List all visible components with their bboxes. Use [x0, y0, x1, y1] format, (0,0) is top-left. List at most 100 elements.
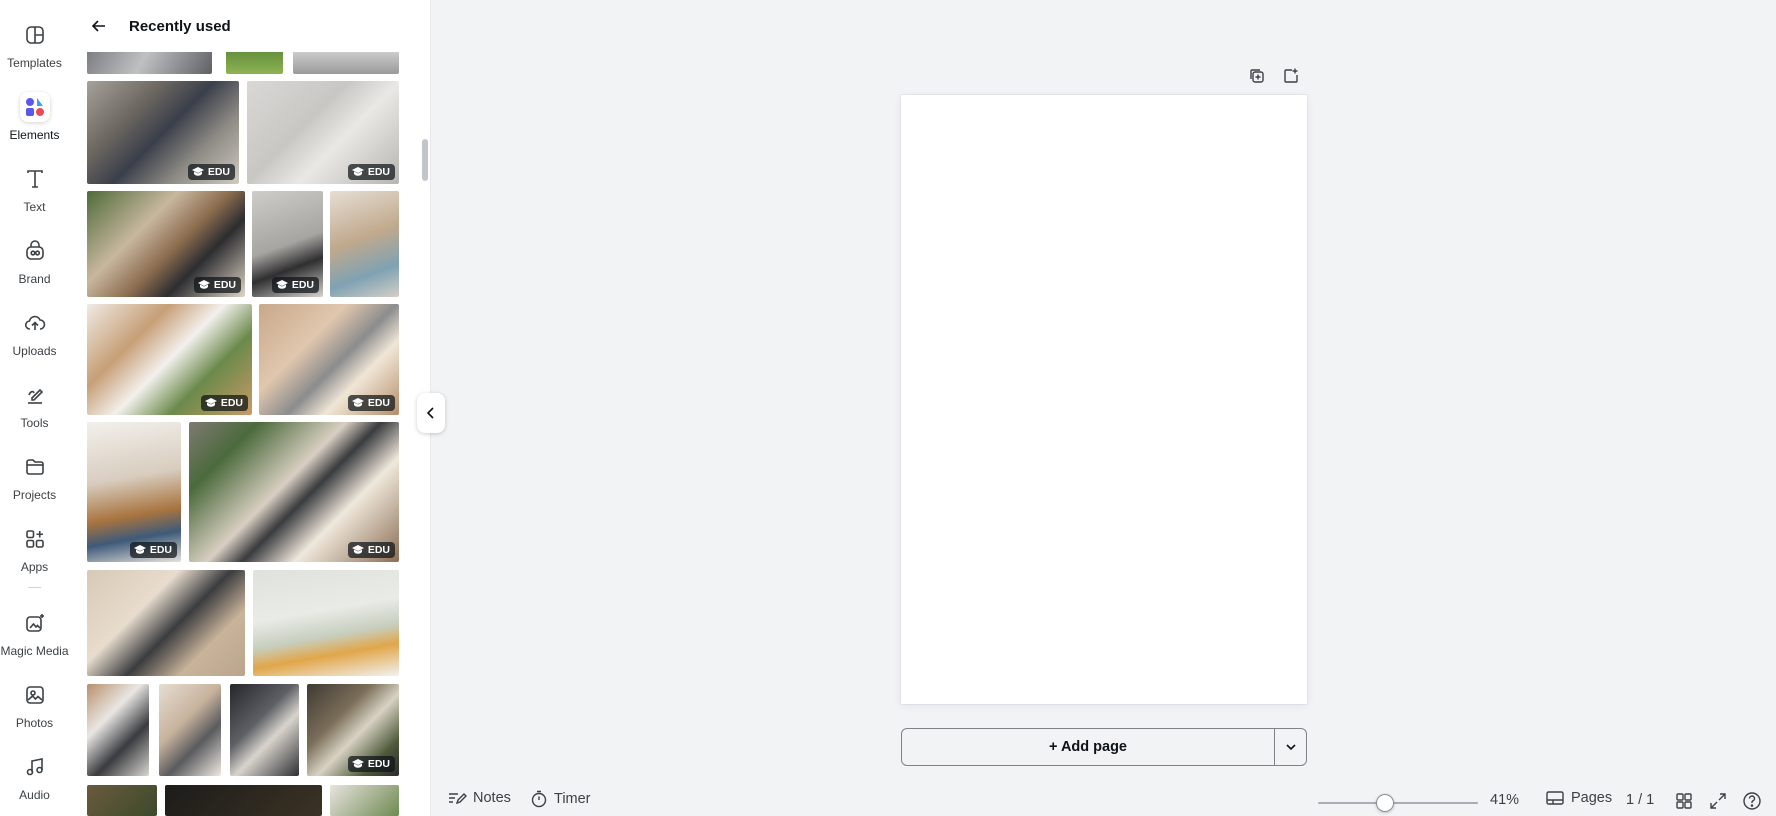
image-thumbnail[interactable]: EDU	[87, 304, 252, 415]
rail-item-elements[interactable]: Elements	[0, 90, 69, 152]
graduation-cap-icon	[275, 280, 288, 289]
rail-label: Apps	[20, 560, 49, 574]
image-thumbnail[interactable]	[230, 684, 299, 776]
panel-header: Recently used	[69, 0, 430, 52]
projects-icon	[20, 452, 50, 482]
rail-label: Text	[23, 200, 46, 214]
recently-used-panel: Recently used EDU EDU EDU EDU EDU EDU ED…	[69, 0, 431, 816]
help-button[interactable]	[1741, 790, 1763, 812]
rail-label: Photos	[15, 716, 54, 730]
page-count[interactable]: 1 / 1	[1626, 792, 1654, 808]
graduation-cap-icon	[133, 545, 146, 554]
add-page-icon	[1284, 68, 1298, 83]
help-icon	[1743, 792, 1761, 810]
image-thumbnail[interactable]	[87, 684, 149, 776]
graduation-cap-icon	[351, 759, 364, 768]
rail-item-text[interactable]: Text	[0, 162, 69, 224]
zoom-slider-thumb[interactable]	[1375, 794, 1394, 812]
edu-badge: EDU	[200, 395, 248, 411]
pages-button[interactable]: Pages	[1545, 790, 1612, 806]
graduation-cap-icon	[351, 545, 364, 554]
notes-button[interactable]: Notes	[447, 790, 511, 806]
edu-badge: EDU	[129, 542, 177, 558]
graduation-cap-icon	[191, 167, 204, 176]
back-button[interactable]	[83, 10, 115, 42]
edu-badge-label: EDU	[291, 279, 314, 291]
edu-badge: EDU	[347, 756, 395, 772]
image-thumbnail[interactable]: EDU	[189, 422, 399, 562]
add-page-options-button[interactable]	[1274, 729, 1306, 765]
tools-icon	[20, 380, 50, 410]
rail-item-magic-media[interactable]: Magic Media	[0, 606, 69, 668]
rail-item-brand[interactable]: Brand	[0, 234, 69, 296]
image-thumbnail[interactable]	[87, 570, 245, 676]
pages-icon	[1546, 791, 1564, 805]
rail-item-templates[interactable]: Templates	[0, 18, 69, 80]
timer-label: Timer	[554, 791, 591, 807]
duplicate-icon	[1250, 69, 1264, 83]
edu-badge-label: EDU	[367, 397, 390, 409]
image-thumbnail[interactable]	[165, 785, 322, 816]
edu-badge: EDU	[187, 164, 235, 180]
edu-badge: EDU	[347, 164, 395, 180]
zoom-slider-track	[1318, 802, 1478, 804]
image-thumbnail[interactable]	[159, 684, 221, 776]
timer-icon	[531, 790, 547, 808]
fullscreen-button[interactable]	[1707, 790, 1729, 812]
grid-view-icon	[1676, 793, 1692, 809]
image-thumbnail[interactable]: EDU	[87, 422, 181, 562]
edu-badge: EDU	[347, 542, 395, 558]
edu-badge-label: EDU	[149, 544, 172, 556]
image-thumbnail[interactable]	[253, 570, 399, 676]
timer-button[interactable]: Timer	[530, 790, 591, 808]
add-page-icon-button[interactable]	[1279, 64, 1303, 88]
image-thumbnail[interactable]	[330, 191, 399, 297]
rail-label: Magic Media	[0, 644, 69, 658]
graduation-cap-icon	[351, 398, 364, 407]
design-page[interactable]	[901, 95, 1307, 704]
zoom-level[interactable]: 41%	[1490, 792, 1519, 808]
edu-badge-label: EDU	[367, 758, 390, 770]
grid-view-button[interactable]	[1673, 790, 1695, 812]
rail-item-audio[interactable]: Audio	[0, 750, 69, 812]
notes-icon	[449, 793, 467, 805]
rail-divider	[28, 587, 41, 588]
rail-label: Projects	[12, 488, 57, 502]
elements-icon	[19, 92, 50, 122]
image-thumbnail[interactable]: EDU	[247, 81, 399, 184]
graduation-cap-icon	[197, 280, 210, 289]
duplicate-page-button[interactable]	[1245, 64, 1269, 88]
add-page-button[interactable]: + Add page	[902, 729, 1274, 765]
edu-badge: EDU	[193, 277, 241, 293]
collapse-panel-button[interactable]	[417, 393, 445, 433]
rail-item-apps[interactable]: Apps	[0, 522, 69, 584]
image-thumbnail[interactable]	[330, 785, 399, 816]
rail-item-tools[interactable]: Tools	[0, 378, 69, 440]
edu-badge: EDU	[271, 277, 319, 293]
rail-label: Tools	[20, 416, 49, 430]
edu-badge-label: EDU	[220, 397, 243, 409]
pages-label: Pages	[1571, 790, 1613, 806]
arrow-left-icon	[91, 20, 105, 32]
zoom-slider[interactable]	[1318, 794, 1478, 812]
rail-label: Uploads	[12, 344, 57, 358]
scrollbar-thumb[interactable]	[422, 139, 428, 181]
rail-item-projects[interactable]: Projects	[0, 450, 69, 512]
rail-item-photos[interactable]: Photos	[0, 678, 69, 740]
image-thumbnail[interactable]: EDU	[87, 191, 245, 297]
image-thumbnail[interactable]	[87, 785, 157, 816]
image-thumbnail[interactable]: EDU	[259, 304, 399, 415]
rail-label: Elements	[9, 128, 60, 142]
panel-scrollbar[interactable]	[419, 60, 429, 816]
rail-label: Audio	[19, 788, 50, 802]
expand-icon	[1710, 793, 1726, 809]
image-thumbnail[interactable]: EDU	[252, 191, 323, 297]
panel-title: Recently used	[129, 17, 231, 35]
uploads-icon	[20, 308, 50, 338]
notes-label: Notes	[473, 790, 511, 806]
image-thumbnail[interactable]: EDU	[87, 81, 239, 184]
rail-item-uploads[interactable]: Uploads	[0, 306, 69, 368]
chevron-left-icon	[426, 407, 434, 419]
edu-badge-label: EDU	[213, 279, 236, 291]
image-thumbnail[interactable]: EDU	[307, 684, 399, 776]
